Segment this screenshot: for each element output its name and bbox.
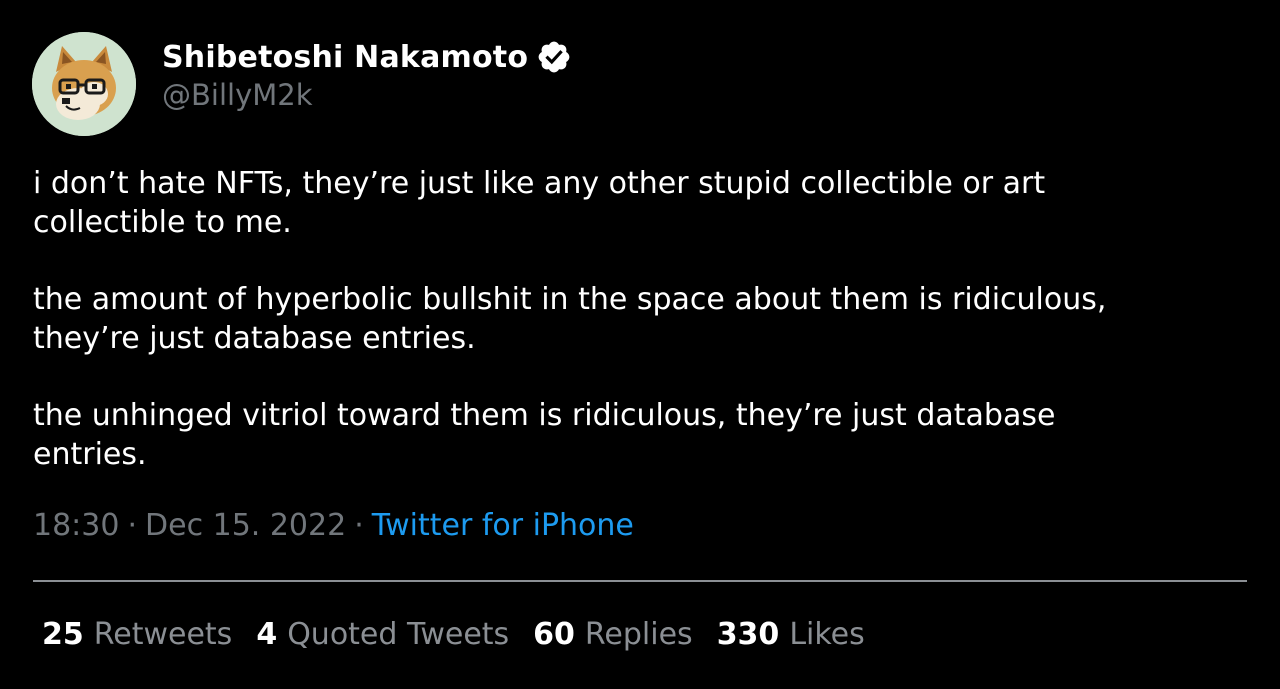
tweet-paragraph: i don’t hate NFTs, they’re just like any… bbox=[33, 166, 1046, 240]
retweets-stat[interactable]: 25 Retweets bbox=[42, 617, 232, 652]
retweets-label: Retweets bbox=[93, 617, 233, 652]
tweet-source-link[interactable]: Twitter for iPhone bbox=[372, 508, 634, 543]
tweet-time[interactable]: 18:30 bbox=[33, 508, 119, 543]
divider bbox=[33, 580, 1247, 582]
tweet-metadata: 18:30 · Dec 15. 2022 · Twitter for iPhone bbox=[33, 508, 634, 543]
likes-label: Likes bbox=[789, 617, 865, 652]
retweets-count: 25 bbox=[42, 617, 84, 652]
tweet-card: Shibetoshi Nakamoto @BillyM2k i don’t ha… bbox=[0, 0, 1280, 689]
likes-stat[interactable]: 330 Likes bbox=[717, 617, 865, 652]
quoted-tweets-label: Quoted Tweets bbox=[287, 617, 510, 652]
tweet-paragraph: the amount of hyperbolic bullshit in the… bbox=[33, 282, 1107, 356]
quoted-tweets-stat[interactable]: 4 Quoted Tweets bbox=[256, 617, 509, 652]
avatar[interactable] bbox=[32, 32, 136, 136]
replies-stat[interactable]: 60 Replies bbox=[533, 617, 693, 652]
quoted-tweets-count: 4 bbox=[256, 617, 278, 652]
tweet-date[interactable]: Dec 15. 2022 bbox=[145, 508, 346, 543]
author-handle[interactable]: @BillyM2k bbox=[162, 78, 313, 112]
engagement-stats: 25 Retweets 4 Quoted Tweets 60 Replies 330 L… bbox=[42, 617, 889, 652]
verified-badge-icon bbox=[536, 39, 572, 75]
shiba-avatar-icon bbox=[32, 32, 136, 136]
author-name-row: Shibetoshi Nakamoto bbox=[162, 37, 572, 77]
meta-separator: · bbox=[354, 508, 364, 543]
replies-count: 60 bbox=[533, 617, 575, 652]
replies-label: Replies bbox=[584, 617, 693, 652]
tweet-text: i don’t hate NFTs, they’re just like any… bbox=[33, 165, 1233, 474]
tweet-paragraph: the unhinged vitriol toward them is ridi… bbox=[33, 398, 1056, 472]
author-display-name[interactable]: Shibetoshi Nakamoto bbox=[162, 40, 528, 75]
meta-separator: · bbox=[127, 508, 138, 543]
likes-count: 330 bbox=[716, 617, 780, 652]
